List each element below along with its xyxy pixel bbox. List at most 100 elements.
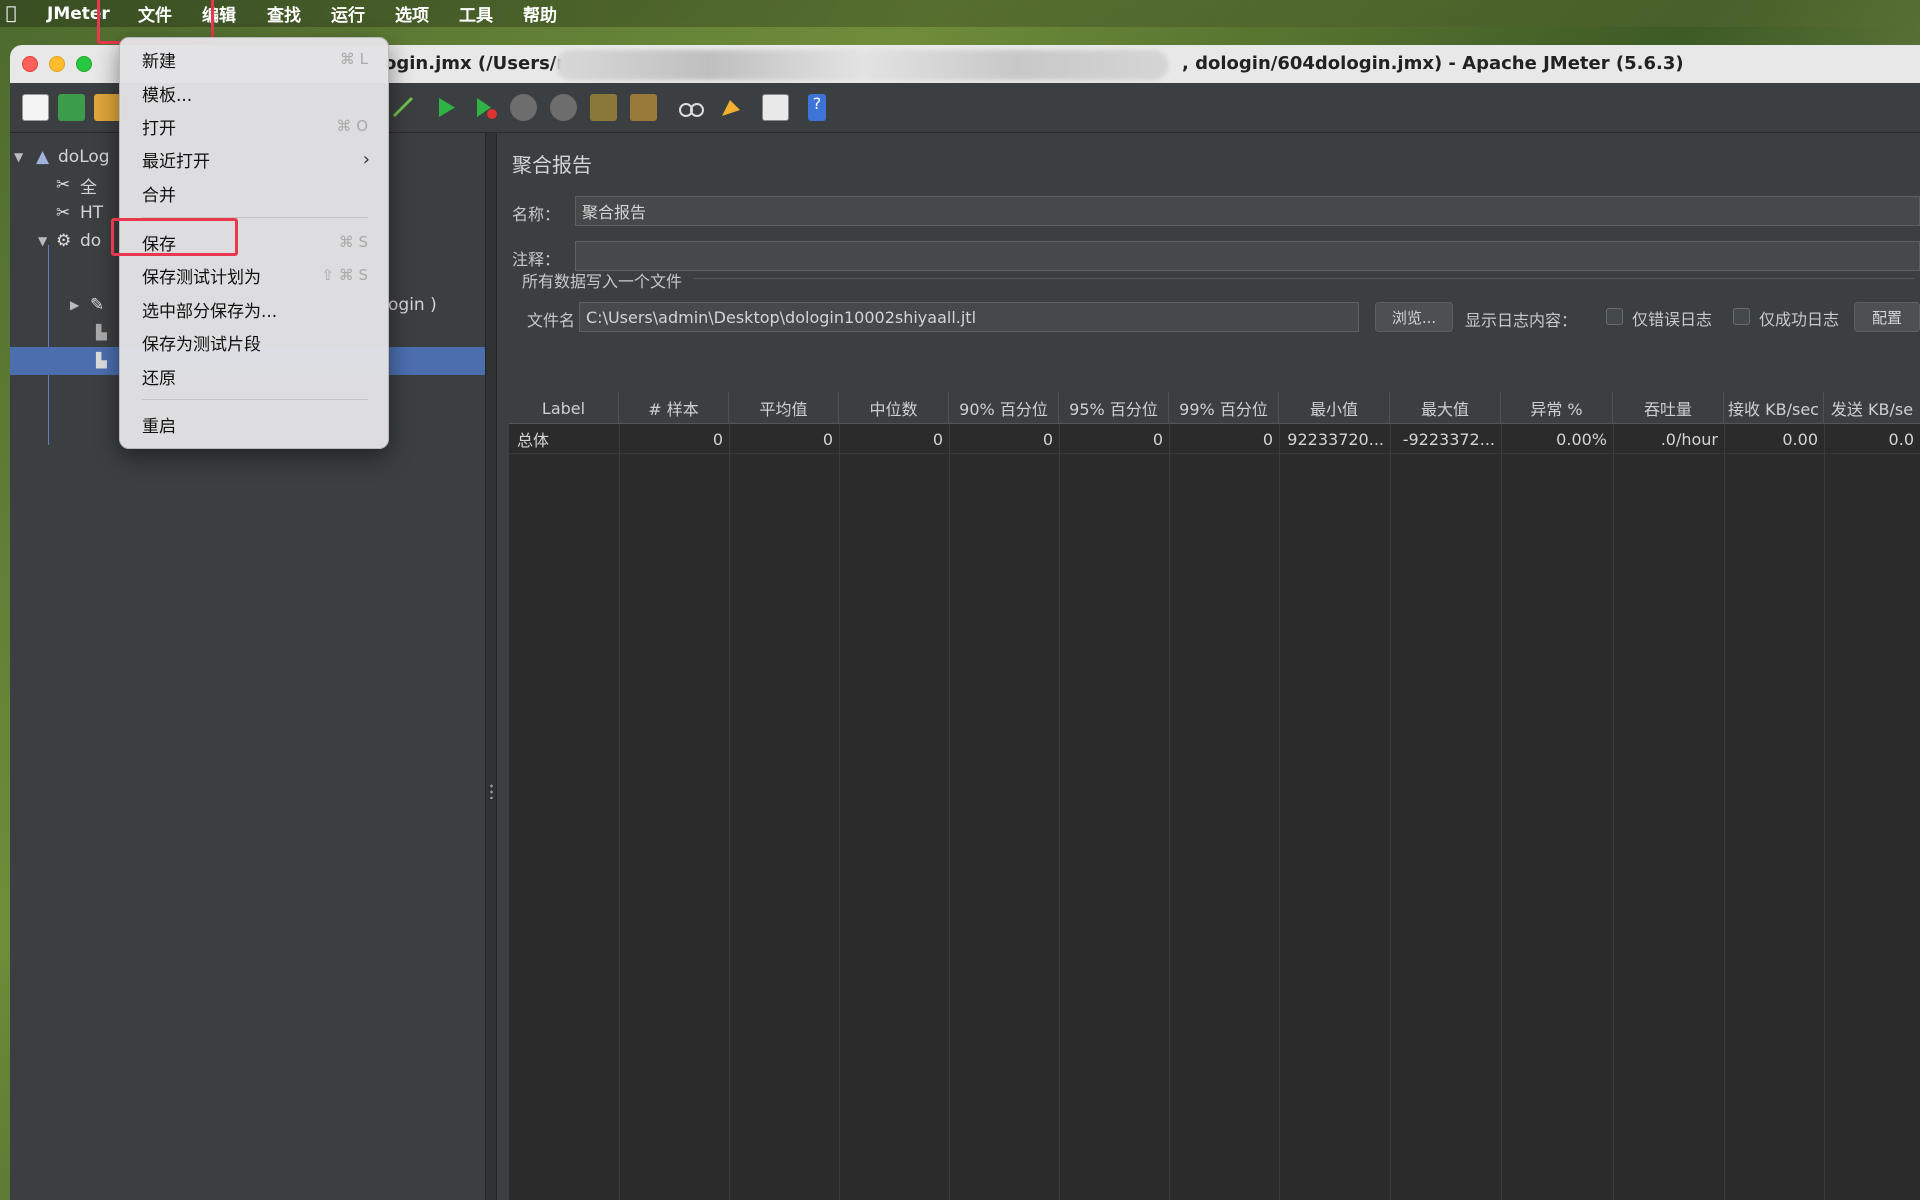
- expand-icon[interactable]: [390, 94, 417, 121]
- results-table: Label # 样本 平均值 中位数 90% 百分位 95% 百分位 99% 百…: [509, 392, 1920, 1200]
- new-icon[interactable]: [22, 94, 49, 121]
- col-received-kb[interactable]: 接收 KB/sec: [1724, 392, 1824, 424]
- gear-icon: ⚙: [56, 231, 72, 251]
- col-sent-kb[interactable]: 发送 KB/se: [1824, 392, 1920, 424]
- cell-95-pct: 0: [1152, 429, 1163, 449]
- col-average[interactable]: 平均值: [729, 392, 839, 424]
- errors-only-checkbox[interactable]: [1606, 308, 1623, 325]
- menu-help[interactable]: 帮助: [523, 1, 557, 26]
- shutdown-icon[interactable]: [550, 94, 577, 121]
- comment-field[interactable]: [575, 241, 1920, 271]
- menu-item-recent[interactable]: 最近打开 ›: [120, 144, 390, 174]
- panel-title: 聚合报告: [512, 153, 592, 177]
- column-divider: [1724, 424, 1725, 1200]
- menu-file[interactable]: 文件: [138, 1, 172, 26]
- column-divider: [1613, 424, 1614, 1200]
- col-error-pct[interactable]: 异常 %: [1501, 392, 1613, 424]
- col-99-pct[interactable]: 99% 百分位: [1169, 392, 1279, 424]
- chevron-right-icon: ›: [362, 148, 370, 170]
- open-icon[interactable]: [94, 94, 121, 121]
- column-divider: [1824, 424, 1825, 1200]
- zoom-window-button[interactable]: [76, 56, 92, 72]
- start-no-pauses-icon[interactable]: [472, 94, 499, 121]
- col-max[interactable]: 最大值: [1390, 392, 1501, 424]
- column-divider: [1501, 424, 1502, 1200]
- menu-item-open[interactable]: 打开 ⌘ O: [120, 111, 390, 141]
- menu-run[interactable]: 运行: [331, 1, 365, 26]
- configure-button[interactable]: 配置: [1854, 302, 1920, 332]
- col-throughput[interactable]: 吞吐量: [1613, 392, 1724, 424]
- table-row[interactable]: 总体 0 0 0 0 0 0 92233720... -9223372... 0…: [509, 424, 1920, 454]
- write-to-file-section-title: 所有数据写入一个文件: [522, 272, 683, 291]
- reset-search-icon[interactable]: [718, 94, 745, 121]
- menu-options[interactable]: 选项: [395, 1, 429, 26]
- menu-item-recent-label: 最近打开: [142, 151, 210, 172]
- menu-item-new-shortcut: ⌘ L: [339, 50, 368, 68]
- column-divider: [949, 424, 950, 1200]
- cell-throughput: .0/hour: [1660, 429, 1718, 449]
- filename-label: 文件名: [527, 311, 576, 330]
- menu-item-open-label: 打开: [142, 118, 176, 139]
- column-divider: [619, 424, 620, 1200]
- chart-icon: ▙: [96, 353, 107, 369]
- menu-item-merge[interactable]: 合并: [120, 178, 390, 208]
- success-only-checkbox[interactable]: [1733, 308, 1750, 325]
- menu-item-revert[interactable]: 还原: [120, 361, 390, 391]
- menu-item-save-as-label: 保存测试计划为: [142, 267, 261, 288]
- menu-item-new[interactable]: 新建 ⌘ L: [120, 44, 390, 74]
- menu-item-save[interactable]: 保存 ⌘ S: [120, 227, 390, 257]
- templates-icon[interactable]: [58, 94, 85, 121]
- comment-label: 注释：: [512, 250, 561, 269]
- tree-node-sampler-label: ogin ): [388, 295, 437, 315]
- section-divider: [694, 278, 1914, 279]
- menu-item-restart[interactable]: 重启: [120, 409, 390, 439]
- menu-edit[interactable]: 编辑: [202, 1, 236, 26]
- panel-splitter[interactable]: [485, 133, 497, 1200]
- start-icon[interactable]: [432, 94, 459, 121]
- column-divider: [729, 424, 730, 1200]
- menu-item-save-as[interactable]: 保存测试计划为 ⇧ ⌘ S: [120, 260, 390, 290]
- menu-app-jmeter[interactable]: JMeter: [47, 4, 110, 24]
- menu-tools[interactable]: 工具: [459, 1, 493, 26]
- col-95-pct[interactable]: 95% 百分位: [1059, 392, 1169, 424]
- name-field[interactable]: [575, 196, 1920, 226]
- cell-sent-kb: 0.0: [1888, 429, 1914, 449]
- tree-node-http-label: HT: [80, 203, 104, 223]
- cell-90-pct: 0: [1042, 429, 1053, 449]
- expand-arrow-icon[interactable]: ▼: [14, 150, 23, 164]
- cell-label: 总体: [517, 431, 550, 450]
- menu-item-save-selection[interactable]: 选中部分保存为...: [120, 294, 390, 324]
- close-window-button[interactable]: [22, 56, 38, 72]
- col-label[interactable]: Label: [509, 392, 619, 424]
- search-icon[interactable]: [678, 94, 705, 121]
- tree-node-root-label: doLog: [58, 147, 110, 167]
- col-median[interactable]: 中位数: [839, 392, 949, 424]
- minimize-window-button[interactable]: [49, 56, 65, 72]
- expand-arrow-icon[interactable]: ▼: [38, 234, 47, 248]
- menu-item-save-fragment[interactable]: 保存为测试片段: [120, 327, 390, 357]
- help-icon[interactable]: ?: [808, 94, 826, 121]
- menu-item-merge-label: 合并: [142, 185, 176, 206]
- filename-field[interactable]: [579, 302, 1359, 332]
- table-header: Label # 样本 平均值 中位数 90% 百分位 95% 百分位 99% 百…: [509, 392, 1920, 424]
- cell-error-pct: 0.00%: [1556, 429, 1607, 449]
- tree-node-thread-group-label: do: [80, 231, 102, 251]
- col-samples[interactable]: # 样本: [619, 392, 729, 424]
- window-title-start: ogin.jmx (/Users/m: [384, 53, 576, 74]
- chart-icon: ▙: [96, 325, 107, 341]
- menu-item-restart-label: 重启: [142, 416, 176, 437]
- browse-button[interactable]: 浏览...: [1375, 302, 1453, 332]
- column-divider: [1279, 424, 1280, 1200]
- stop-icon[interactable]: [510, 94, 537, 121]
- clear-all-icon[interactable]: [630, 94, 657, 121]
- function-helper-icon[interactable]: [762, 94, 789, 121]
- blurred-path: [556, 50, 1168, 80]
- expand-arrow-icon[interactable]: ▶: [70, 298, 79, 312]
- clear-icon[interactable]: [590, 94, 617, 121]
- menu-item-templates[interactable]: 模板...: [120, 78, 390, 108]
- col-min[interactable]: 最小值: [1279, 392, 1390, 424]
- menu-search[interactable]: 查找: [267, 1, 301, 26]
- cell-median: 0: [932, 429, 943, 449]
- col-90-pct[interactable]: 90% 百分位: [949, 392, 1059, 424]
- apple-icon[interactable]: : [3, 3, 19, 24]
